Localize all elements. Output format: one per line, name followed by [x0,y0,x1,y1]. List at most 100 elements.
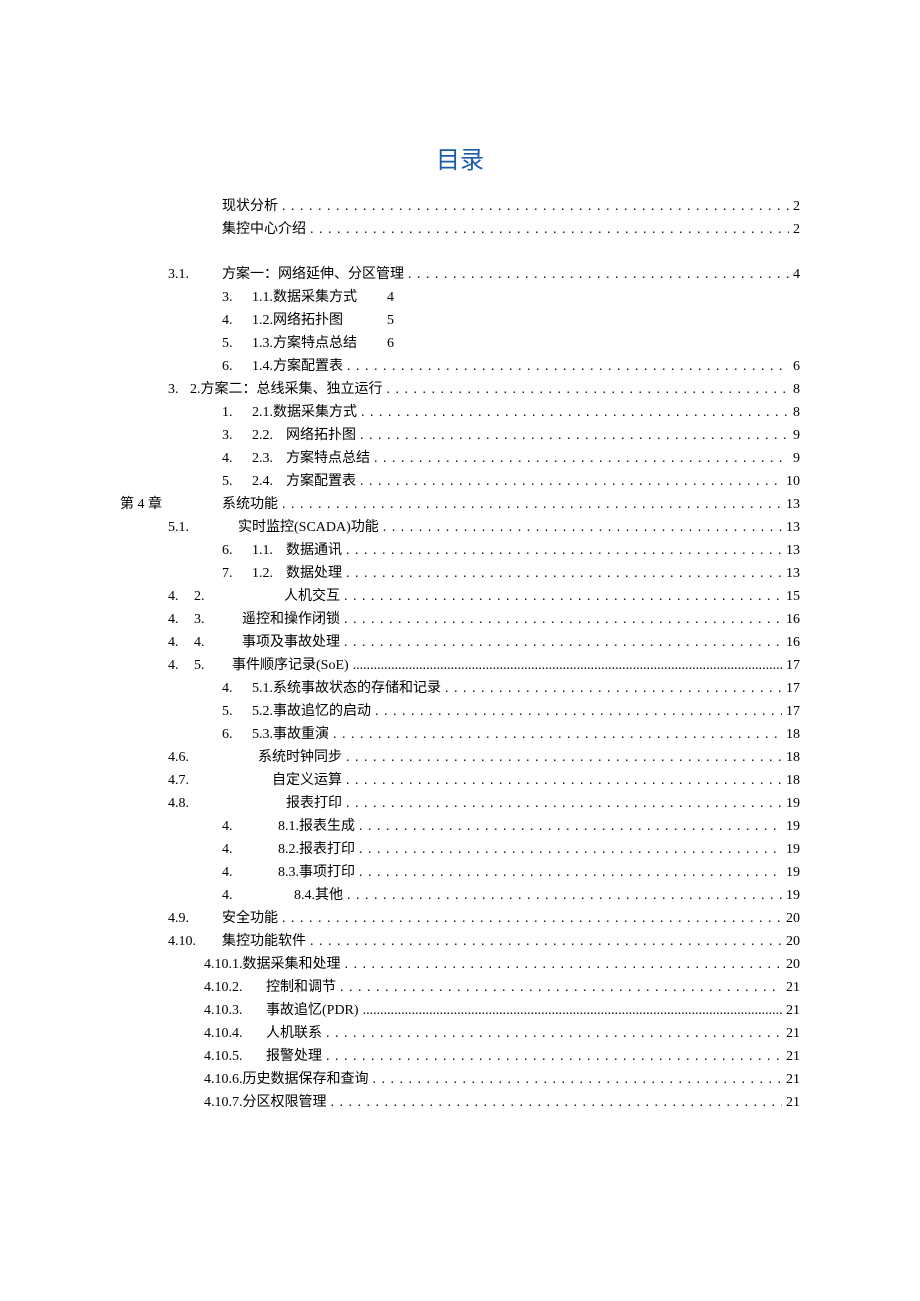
toc-entry-prefix: 第 4 章 [120,493,222,516]
toc-entry-page: 13 [782,493,800,516]
toc-entry: 4.4.事项及事故处理 . . . . . . . . . . . . . . … [120,631,800,654]
toc-entry-left: 4.7.自定义运算 [168,769,346,792]
toc-entry-prefix: 5. [222,332,252,355]
toc-entry-label: 5.3.事故重演 [252,727,329,742]
toc-entry-page: 15 [782,585,800,608]
toc-entry: 6.5.3.事故重演 . . . . . . . . . . . . . . .… [120,723,800,746]
toc-leader-dots: . . . . . . . . . . . . . . . . . . . . … [344,631,782,654]
toc-entry-prefix: 4. [222,447,252,470]
toc-entry-page: 21 [782,976,800,999]
toc-entry-left: 4.10.6.历史数据保存和查询 [204,1068,373,1091]
toc-entry-label: 安全功能 [222,911,278,926]
toc-leader-dots: . . . . . . . . . . . . . . . . . . . . … [282,195,789,218]
toc-entry-label: 实时监控(SCADA)功能 [238,520,379,535]
toc-entry-page: 20 [782,930,800,953]
toc-entry: 4.8.报表打印 . . . . . . . . . . . . . . . .… [120,792,800,815]
toc-entry-prefix: 4.10.5. [204,1045,266,1068]
toc-leader-dots: . . . . . . . . . . . . . . . . . . . . … [326,1045,782,1068]
toc-entry-label: 方案一：网络延伸、分区管理 [222,267,404,282]
toc-leader-dots: . . . . . . . . . . . . . . . . . . . . … [346,746,782,769]
toc-entry-left: 4.8.2.报表打印 [222,838,359,861]
toc-entry-left: 4.10.7.分区权限管理 [204,1091,331,1114]
page-title: 目录 [120,140,800,175]
toc-entry-page: 2 [789,218,800,241]
toc-entry: 3.1.1.数据采集方式4 [120,286,800,309]
toc-leader-dots: . . . . . . . . . . . . . . . . . . . . … [282,907,782,930]
toc-entry: 4.9.安全功能 . . . . . . . . . . . . . . . .… [120,907,800,930]
toc-entry-page: 19 [782,861,800,884]
toc-entry-label: 集控中心介绍 [222,222,306,237]
toc-entry-label: 控制和调节 [266,980,336,995]
toc-entry-page: 10 [782,470,800,493]
toc-entry-label: 1.1.数据采集方式 [252,290,357,305]
toc-leader-dots: ........................................… [353,654,782,677]
toc-entry-page: 9 [789,447,800,470]
toc-entry-page: 18 [782,746,800,769]
toc-entry-label: 报表打印 [286,796,342,811]
toc-list: 现状分析 . . . . . . . . . . . . . . . . . .… [120,195,800,1114]
toc-entry-prefix: 4. [168,631,194,654]
toc-entry-left: 4.10.3.事故追忆(PDR) [204,999,363,1022]
toc-entry: 3.2.2.网络拓扑图 . . . . . . . . . . . . . . … [120,424,800,447]
toc-entry: 5.1.实时监控(SCADA)功能 . . . . . . . . . . . … [120,516,800,539]
toc-entry-prefix: 4.9. [168,907,222,930]
toc-entry-left: 4.10.2.控制和调节 [204,976,340,999]
toc-entry-left: 4.10.5.报警处理 [204,1045,326,1068]
toc-leader-dots: . . . . . . . . . . . . . . . . . . . . … [360,424,789,447]
toc-entry-page: 8 [789,401,800,424]
toc-entry-page: 13 [782,516,800,539]
toc-entry-page: 4 [789,263,800,286]
toc-entry-page: 18 [782,723,800,746]
toc-entry-left: 4.8.3.事项打印 [222,861,359,884]
toc-entry-prefix: 4.7. [168,769,272,792]
toc-spacer [120,241,800,263]
toc-entry-left: 4.2.人机交互 [168,585,344,608]
toc-leader-dots: . . . . . . . . . . . . . . . . . . . . … [331,1091,783,1114]
toc-entry: 7.1.2.数据处理 . . . . . . . . . . . . . . .… [120,562,800,585]
toc-entry-left: 4.1.2.网络拓扑图5 [222,309,398,332]
toc-entry-label: 1.3.方案特点总结 [252,336,357,351]
toc-entry-prefix: 3.1. [168,263,222,286]
toc-entry-prefix: 6. [222,539,252,562]
toc-entry-left: 4.5.事件顺序记录(SoE) [168,654,353,677]
toc-entry-label: 人机交互 [284,589,340,604]
toc-entry: 3.2.方案二：总线采集、独立运行 . . . . . . . . . . . … [120,378,800,401]
toc-entry-number: 2.2. [252,424,286,447]
toc-entry-label: 自定义运算 [272,773,342,788]
toc-entry-left: 4.6.系统时钟同步 [168,746,346,769]
toc-entry: 4.10.2.控制和调节 . . . . . . . . . . . . . .… [120,976,800,999]
toc-entry-left: 4.5.1.系统事故状态的存储和记录 [222,677,445,700]
toc-entry-left: 4.3.遥控和操作闭锁 [168,608,344,631]
toc-entry-label: 2.1.数据采集方式 [252,405,357,420]
toc-entry-left: 4.8.1.报表生成 [222,815,359,838]
toc-leader-dots: . . . . . . . . . . . . . . . . . . . . … [347,355,789,378]
toc-entry-prefix: 5.1. [168,516,238,539]
toc-entry-prefix: 4. [222,884,294,907]
toc-entry-label: 5.2.事故追忆的启动 [252,704,371,719]
toc-entry-label: 系统时钟同步 [258,750,342,765]
toc-entry-number: 2.4. [252,470,286,493]
toc-entry: 3.1.方案一：网络延伸、分区管理 . . . . . . . . . . . … [120,263,800,286]
toc-entry-label: 8.1.报表生成 [278,819,355,834]
toc-entry-left: 3.2.2.网络拓扑图 [222,424,360,447]
toc-leader-dots: . . . . . . . . . . . . . . . . . . . . … [360,470,782,493]
toc-entry-prefix: 3. [168,378,190,401]
toc-entry-label: 现状分析 [222,199,278,214]
toc-entry-label: 数据通讯 [286,543,342,558]
toc-entry-label: 1.4.方案配置表 [252,359,343,374]
toc-entry-prefix: 5. [222,700,252,723]
toc-entry: 4.7.自定义运算 . . . . . . . . . . . . . . . … [120,769,800,792]
toc-entry-label: 数据处理 [286,566,342,581]
toc-leader-dots: . . . . . . . . . . . . . . . . . . . . … [310,218,789,241]
toc-entry: 4.10.4.人机联系 . . . . . . . . . . . . . . … [120,1022,800,1045]
toc-leader-dots: . . . . . . . . . . . . . . . . . . . . … [373,1068,783,1091]
toc-entry: 5.2.4.方案配置表 . . . . . . . . . . . . . . … [120,470,800,493]
toc-leader-dots: . . . . . . . . . . . . . . . . . . . . … [374,447,789,470]
toc-leader-dots: ........................................… [363,999,782,1022]
toc-entry: 1.2.1.数据采集方式 . . . . . . . . . . . . . .… [120,401,800,424]
toc-entry-left: 6.1.4.方案配置表 [222,355,347,378]
toc-leader-dots: . . . . . . . . . . . . . . . . . . . . … [340,976,782,999]
toc-entry-label: 网络拓扑图 [286,428,356,443]
toc-entry-prefix: 4. [168,654,194,677]
toc-leader-dots: . . . . . . . . . . . . . . . . . . . . … [326,1022,782,1045]
